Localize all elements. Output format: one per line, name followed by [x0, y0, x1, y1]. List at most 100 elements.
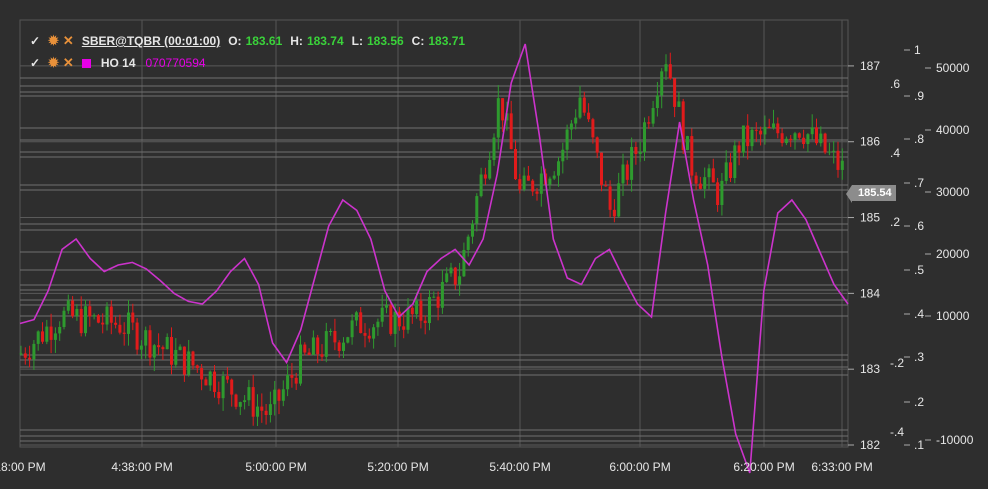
time-tick-label: 5:20:00 PM	[367, 460, 428, 474]
candle-body	[526, 175, 530, 181]
candle-body	[402, 326, 406, 330]
candle-body	[96, 315, 100, 323]
price-tick-label: 187	[860, 59, 880, 73]
close-icon[interactable]: ✕	[63, 55, 74, 71]
candle-body	[41, 331, 44, 342]
candle-body	[634, 146, 638, 154]
candle-body	[810, 127, 814, 135]
candle-body	[101, 322, 105, 325]
candle-body	[488, 159, 492, 179]
candle-body	[466, 236, 470, 250]
candle-body	[208, 371, 212, 386]
candle-body	[668, 64, 672, 79]
close-icon[interactable]: ✕	[63, 33, 74, 49]
color-swatch-icon[interactable]	[81, 58, 91, 68]
candle-body	[711, 168, 715, 183]
candle-body	[88, 306, 92, 317]
candlestick-series	[19, 52, 844, 426]
candle-body	[789, 138, 793, 141]
candle-body	[294, 377, 298, 384]
candle-body	[144, 330, 148, 346]
candle-body	[518, 179, 522, 190]
candle-body	[621, 164, 625, 184]
candle-body	[806, 134, 810, 145]
candle-body	[161, 347, 165, 350]
symbol-label[interactable]: SBER@TQBR (00:01:00)	[82, 34, 220, 48]
candle-body	[316, 337, 320, 355]
candle-body	[716, 182, 720, 205]
candle-body	[342, 342, 345, 351]
candle-body	[230, 379, 234, 395]
gear-icon[interactable]: ✹	[48, 33, 59, 49]
ratio2-tick-label: .3	[914, 350, 924, 364]
candle-body	[376, 321, 380, 328]
check-icon[interactable]: ✓	[30, 56, 44, 70]
indicator-name: HO 14	[100, 56, 136, 70]
candle-body	[707, 168, 711, 178]
candle-body	[45, 326, 49, 342]
candle-body	[608, 186, 612, 210]
candle-body	[178, 346, 182, 350]
candle-body	[359, 312, 363, 334]
candle-body	[337, 342, 341, 351]
candle-body	[690, 136, 694, 176]
candle-body	[380, 307, 384, 322]
time-tick-label: 4:38:00 PM	[111, 460, 172, 474]
candle-body	[677, 101, 681, 107]
legend-row-indicator: ✓ ✹ ✕ HO 14 070770594	[30, 55, 206, 71]
candle-body	[793, 133, 797, 141]
ratio-tick-label: .2	[890, 215, 900, 229]
high-label: H:	[290, 34, 303, 48]
candle-body	[453, 267, 457, 285]
check-icon[interactable]: ✓	[30, 34, 44, 48]
candle-body	[329, 330, 333, 332]
candle-body	[393, 311, 397, 334]
candle-body	[673, 78, 677, 107]
candle-body	[772, 123, 775, 128]
ratio2-tick-label: .7	[914, 176, 924, 190]
candle-body	[522, 175, 526, 190]
candle-body	[780, 133, 784, 144]
candle-body	[174, 349, 178, 365]
candle-body	[643, 122, 646, 153]
candle-body	[823, 133, 827, 153]
candle-body	[836, 150, 840, 170]
candle-body	[53, 333, 57, 340]
candle-body	[832, 150, 836, 152]
ratio2-tick-label: .5	[914, 263, 924, 277]
ratio-tick-label: -.4	[890, 425, 904, 439]
candle-body	[638, 152, 642, 154]
last-price-badge: 185.54	[846, 185, 896, 203]
axes: 18:00 PM 4:38:00 PM 5:00:00 PM 5:20:00 PM 5:…	[0, 43, 974, 474]
candle-body	[268, 404, 272, 416]
candle-body	[784, 138, 788, 144]
price-chart[interactable]: 18:00 PM 4:38:00 PM 5:00:00 PM 5:20:00 PM 5:…	[0, 0, 988, 489]
candle-body	[135, 322, 139, 350]
candle-body	[363, 333, 367, 336]
candle-body	[148, 330, 152, 358]
candle-body	[385, 305, 388, 308]
time-tick-label: 5:00:00 PM	[245, 460, 306, 474]
candle-body	[157, 345, 161, 348]
candle-body	[440, 281, 444, 308]
candle-body	[165, 337, 169, 350]
candle-body	[686, 136, 689, 150]
candle-body	[750, 129, 754, 147]
candle-body	[703, 177, 707, 189]
candle-body	[397, 311, 401, 327]
candle-body	[256, 406, 259, 417]
candle-body	[694, 175, 698, 184]
candle-body	[75, 308, 79, 317]
candle-body	[647, 122, 651, 124]
price-tick-label: 183	[860, 362, 880, 376]
candle-body	[802, 137, 806, 145]
candle-body	[462, 249, 466, 277]
candle-body	[354, 312, 358, 321]
candle-body	[299, 344, 302, 384]
candle-body	[36, 331, 40, 344]
gear-icon[interactable]: ✹	[48, 55, 59, 71]
candle-body	[105, 306, 109, 325]
candle-body	[372, 327, 376, 339]
candle-body	[475, 196, 479, 224]
candle-body	[415, 300, 419, 315]
